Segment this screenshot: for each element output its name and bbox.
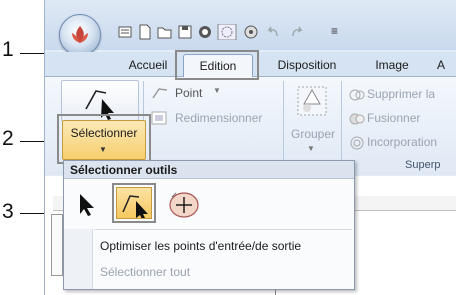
- incorporate-icon: [349, 136, 365, 155]
- point-button[interactable]: Point: [175, 86, 202, 100]
- title-bar: ≡: [45, 0, 456, 56]
- callout-3: 3: [2, 200, 14, 223]
- tool-highlight: [112, 183, 156, 223]
- tab-accueil[interactable]: Accueil: [119, 56, 177, 74]
- side-toolbar: [51, 214, 63, 276]
- sewing-icon[interactable]: [217, 24, 239, 40]
- resize-icon: [151, 111, 169, 130]
- chevron-down-icon: ▼: [213, 86, 221, 95]
- ribbon-divider: [283, 81, 284, 171]
- save-icon[interactable]: [177, 24, 193, 40]
- color-icon[interactable]: [243, 24, 259, 40]
- select-button-highlight: [57, 114, 151, 164]
- callout-2: 2: [2, 127, 14, 150]
- open-icon[interactable]: [157, 24, 173, 40]
- callout-1: 1: [2, 38, 14, 61]
- redo-icon[interactable]: [289, 24, 305, 40]
- menu-gutter: [64, 229, 93, 289]
- tool-row: [64, 180, 354, 228]
- select-arrow-icon[interactable]: [76, 192, 102, 221]
- tab-more[interactable]: A: [431, 56, 451, 74]
- point-icon: [151, 86, 169, 105]
- merge-icon: [349, 112, 365, 131]
- delete-icon: [349, 88, 365, 107]
- ribbon-group-label: Superp: [405, 159, 441, 171]
- resize-button[interactable]: Redimensionner: [175, 111, 262, 125]
- app-window: ≡ Accueil Edition Disposition Image A Po…: [44, 0, 456, 295]
- menu-header: Sélectionner outils: [64, 161, 354, 179]
- app-menu-button[interactable]: [59, 14, 101, 56]
- new-page-icon[interactable]: [137, 24, 153, 40]
- app-logo-icon: [72, 26, 88, 43]
- incorporate-button[interactable]: Incorporation: [367, 135, 437, 149]
- group-button[interactable]: Grouper: [291, 127, 335, 141]
- ribbon-divider: [341, 81, 342, 171]
- menu-item-optimize-points[interactable]: Optimiser les points d'entrée/de sortie: [100, 239, 301, 253]
- menu-item-select-all[interactable]: Sélectionner tout: [100, 265, 190, 279]
- group-icon: [295, 84, 329, 123]
- point-edit-icon[interactable]: [166, 189, 200, 224]
- tab-image[interactable]: Image: [365, 56, 419, 74]
- menu-divider: [94, 229, 352, 230]
- delete-button[interactable]: Supprimer la: [367, 87, 435, 101]
- select-tools-menu: Sélectionner outils Optimiser les points…: [63, 160, 355, 290]
- record-icon[interactable]: [197, 24, 213, 40]
- qat-customize-icon[interactable]: ≡: [331, 24, 338, 38]
- edition-tab-highlight: [175, 50, 259, 80]
- new-icon[interactable]: [117, 24, 133, 40]
- merge-button[interactable]: Fusionner: [367, 111, 420, 125]
- undo-icon[interactable]: [265, 24, 281, 40]
- chevron-down-icon: ▼: [307, 144, 315, 153]
- tab-disposition[interactable]: Disposition: [267, 56, 347, 74]
